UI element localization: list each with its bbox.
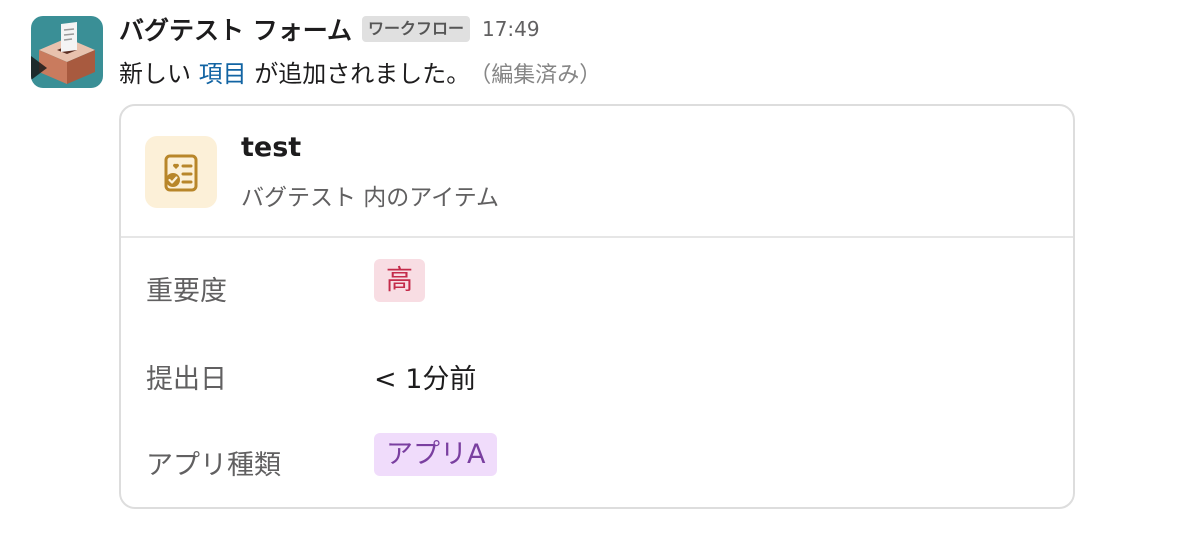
- field-label-submitted: 提出日: [146, 364, 227, 395]
- item-card[interactable]: test バグテスト 内のアイテム 重要度 高 提出日 < 1分前 アプリ種類 …: [119, 104, 1075, 509]
- field-label-app-type: アプリ種類: [146, 450, 281, 481]
- list-item-check-icon: [145, 136, 217, 208]
- field-value-priority: 高: [374, 259, 425, 302]
- ballot-box-icon[interactable]: [31, 16, 103, 88]
- submitted-time: < 1分前: [374, 364, 477, 395]
- app-badge: ワークフロー: [361, 16, 470, 42]
- card-header: test バグテスト 内のアイテム: [121, 106, 1073, 238]
- workflow-message: バグテスト フォーム ワークフロー 17:49 新しい 項目 が追加されました。…: [0, 0, 1188, 544]
- field-value-app-type: アプリA: [374, 433, 498, 476]
- edited-label: （編集済み）: [480, 63, 602, 88]
- message-timestamp[interactable]: 17:49: [482, 17, 540, 41]
- app-type-tag: アプリA: [374, 433, 498, 476]
- message-header: バグテスト フォーム ワークフロー 17:49: [119, 12, 540, 46]
- message-body: 新しい 項目 が追加されました。 （編集済み）: [119, 56, 601, 94]
- priority-tag: 高: [374, 259, 425, 302]
- field-value-submitted: < 1分前: [374, 357, 476, 396]
- sender-name[interactable]: バグテスト フォーム: [119, 11, 352, 47]
- item-subtitle: バグテスト 内のアイテム: [241, 185, 500, 211]
- item-title[interactable]: test: [241, 132, 301, 163]
- message-text-before: 新しい: [119, 60, 191, 88]
- message-text-after: が追加されました。: [254, 60, 471, 88]
- item-link[interactable]: 項目: [199, 60, 247, 88]
- field-label-priority: 重要度: [146, 276, 227, 307]
